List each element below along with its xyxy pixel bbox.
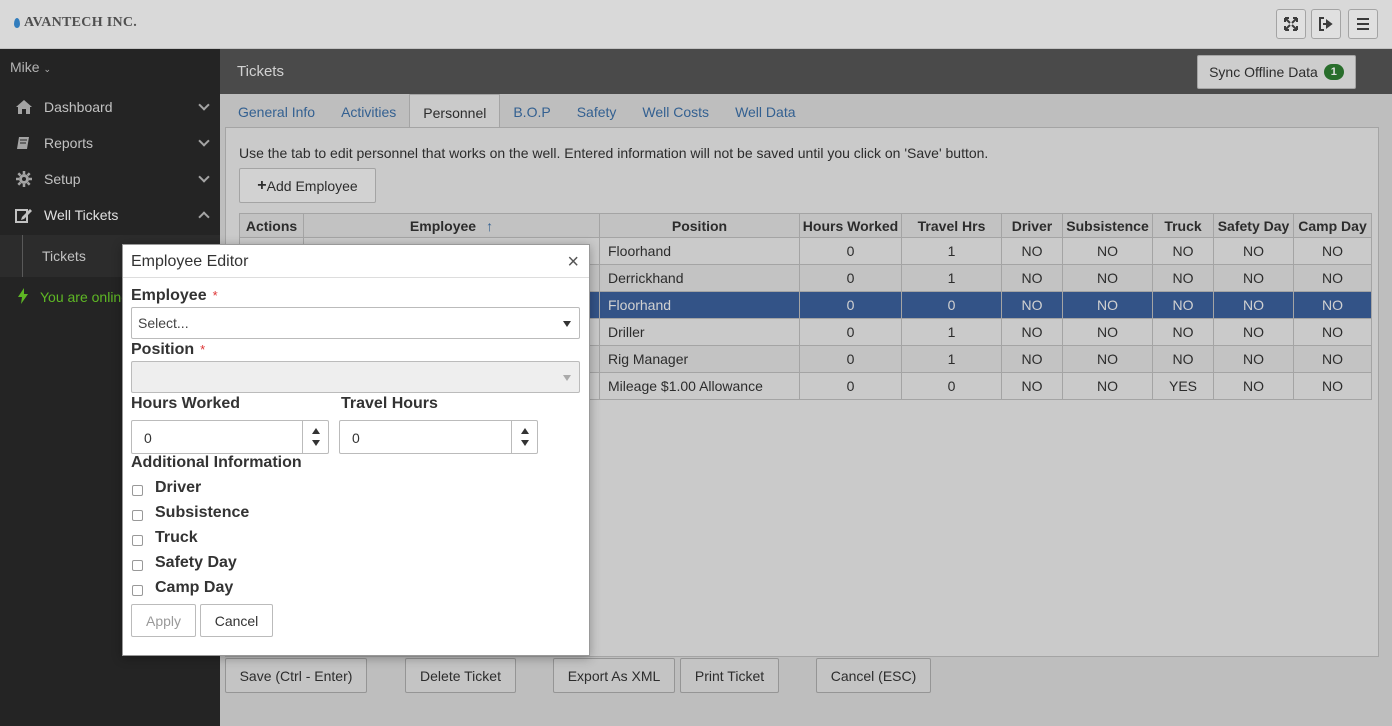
hours-worked-value: 0 [144,430,152,446]
stepper-up-icon[interactable] [312,428,320,434]
employee-editor-dialog: Employee Editor × Employee * Select... Po… [122,244,590,656]
additional-info-label: Additional Information [131,454,302,471]
truck-checkbox-label: Truck [155,529,198,546]
truck-checkbox[interactable] [132,535,143,546]
camp-day-checkbox-label: Camp Day [155,579,234,596]
employee-select-value: Select... [138,315,189,331]
travel-hours-label: Travel Hours [341,395,438,412]
position-label: Position * [131,341,205,359]
safety-day-checkbox[interactable] [132,560,143,571]
safety-day-checkbox-label: Safety Day [155,554,237,571]
employee-label-text: Employee [131,287,207,304]
driver-checkbox[interactable] [132,485,143,496]
dialog-divider [123,277,589,278]
caret-down-icon [563,375,571,381]
stepper-down-icon[interactable] [521,440,529,446]
employee-label: Employee * [131,287,218,305]
driver-checkbox-label: Driver [155,479,202,496]
travel-hours-value: 0 [352,430,360,446]
required-mark: * [212,288,218,303]
cancel-button[interactable]: Cancel [200,604,273,637]
employee-select[interactable]: Select... [131,307,580,339]
position-label-text: Position [131,341,195,358]
hours-stepper[interactable] [302,421,328,453]
stepper-down-icon[interactable] [312,440,320,446]
dialog-title: Employee Editor [131,253,249,270]
position-select[interactable] [131,361,580,393]
hours-worked-input[interactable]: 0 [131,420,329,454]
stepper-up-icon[interactable] [521,428,529,434]
apply-button[interactable]: Apply [131,604,196,637]
close-icon[interactable]: × [567,251,579,274]
subsistence-checkbox[interactable] [132,510,143,521]
camp-day-checkbox[interactable] [132,585,143,596]
required-mark: * [200,342,206,357]
hours-worked-label: Hours Worked [131,395,241,412]
subsistence-checkbox-label: Subsistence [155,504,250,521]
caret-down-icon [563,321,571,327]
travel-stepper[interactable] [511,421,537,453]
travel-hours-input[interactable]: 0 [339,420,538,454]
